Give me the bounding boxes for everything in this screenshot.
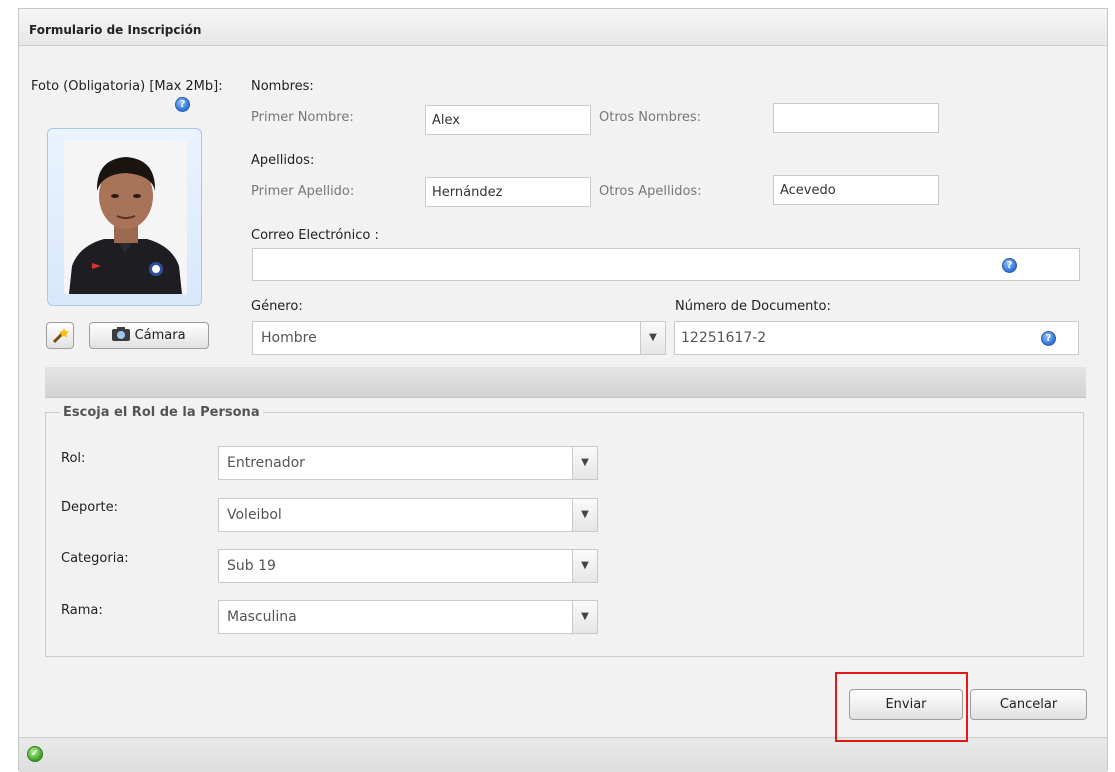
title-bar: Formulario de Inscripción <box>19 9 1107 46</box>
chevron-down-icon: ▼ <box>572 550 597 582</box>
help-icon[interactable]: ? <box>1041 331 1056 346</box>
camera-button-label: Cámara <box>134 328 186 343</box>
edit-photo-button[interactable] <box>46 322 74 349</box>
first-surname-label: Primer Apellido: <box>251 184 355 199</box>
other-surnames-input[interactable]: Acevedo <box>773 175 939 205</box>
photo-frame[interactable] <box>47 128 202 306</box>
category-select[interactable]: Sub 19 ▼ <box>218 549 598 583</box>
cancel-button[interactable]: Cancelar <box>970 689 1087 720</box>
person-photo <box>64 141 187 294</box>
window-title: Formulario de Inscripción <box>29 23 202 37</box>
help-icon[interactable]: ? <box>1002 258 1017 273</box>
registration-form-window: Formulario de Inscripción Foto (Obligato… <box>18 8 1108 772</box>
first-surname-input[interactable]: Hernández <box>425 177 591 207</box>
sport-value: Voleibol <box>227 507 282 523</box>
surnames-heading: Apellidos: <box>251 153 315 168</box>
magic-wand-icon <box>52 328 69 344</box>
check-circle-icon: ✓ <box>27 746 43 762</box>
chevron-down-icon: ▼ <box>572 601 597 633</box>
document-label: Número de Documento: <box>675 299 831 314</box>
status-bar: ✓ <box>19 737 1107 772</box>
camera-button[interactable]: Cámara <box>89 322 209 349</box>
document-input[interactable]: 12251617-2 <box>674 321 1079 355</box>
help-icon[interactable]: ? <box>175 97 190 112</box>
role-label: Rol: <box>61 451 86 466</box>
email-input[interactable] <box>252 248 1080 281</box>
role-value: Entrenador <box>227 455 305 471</box>
other-names-input[interactable] <box>773 103 939 133</box>
other-names-label: Otros Nombres: <box>599 110 702 125</box>
gender-select[interactable]: Hombre ▼ <box>252 321 666 355</box>
category-value: Sub 19 <box>227 558 276 574</box>
branch-label: Rama: <box>61 603 103 618</box>
branch-select[interactable]: Masculina ▼ <box>218 600 598 634</box>
section-divider <box>45 367 1086 398</box>
sport-select[interactable]: Voleibol ▼ <box>218 498 598 532</box>
photo-label: Foto (Obligatoria) [Max 2Mb]: <box>31 79 223 94</box>
chevron-down-icon: ▼ <box>572 447 597 479</box>
role-legend: Escoja el Rol de la Persona <box>63 405 260 420</box>
chevron-down-icon: ▼ <box>572 499 597 531</box>
submit-highlight-box <box>835 672 968 742</box>
chevron-down-icon: ▼ <box>640 322 665 354</box>
first-name-input[interactable]: Alex <box>425 105 591 135</box>
branch-value: Masculina <box>227 609 297 625</box>
other-surnames-label: Otros Apellidos: <box>599 184 702 199</box>
gender-value: Hombre <box>261 330 317 346</box>
camera-icon <box>112 327 131 341</box>
gender-label: Género: <box>251 299 303 314</box>
names-heading: Nombres: <box>251 79 314 94</box>
first-name-label: Primer Nombre: <box>251 110 354 125</box>
email-label: Correo Electrónico : <box>251 228 379 243</box>
category-label: Categoria: <box>61 551 129 566</box>
role-select[interactable]: Entrenador ▼ <box>218 446 598 480</box>
sport-label: Deporte: <box>61 500 119 515</box>
